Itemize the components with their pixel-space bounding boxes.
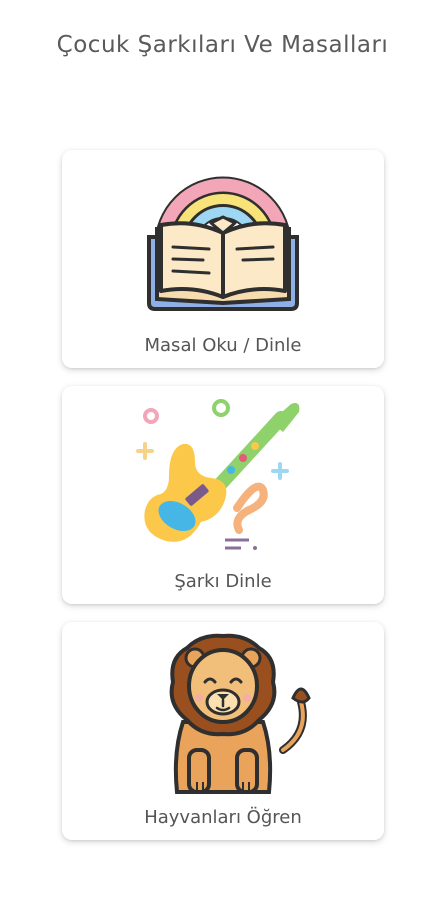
menu-card-songs[interactable]: Şarkı Dinle [62, 386, 384, 604]
menu-card-label: Masal Oku / Dinle [144, 335, 302, 356]
menu-card-label: Şarkı Dinle [174, 571, 272, 592]
page-title: Çocuk Şarkıları Ve Masalları [56, 32, 389, 58]
lion-icon [62, 633, 384, 794]
rainbow-book-icon [62, 162, 384, 322]
guitar-icon [62, 398, 384, 558]
menu-card-label: Hayvanları Öğren [144, 807, 302, 828]
menu-card-animals[interactable]: Hayvanları Öğren [62, 622, 384, 840]
menu-card-stories[interactable]: Masal Oku / Dinle [62, 150, 384, 368]
